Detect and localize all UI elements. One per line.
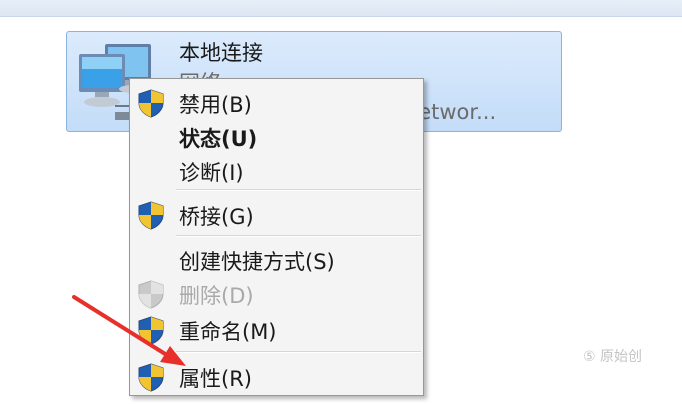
- menu-label: 状态(U): [179, 127, 258, 151]
- menu-item-properties[interactable]: 属性(R): [130, 359, 423, 393]
- menu-item-status[interactable]: 状态(U): [130, 119, 423, 153]
- menu-separator: [176, 351, 421, 353]
- uac-shield-icon: [138, 363, 164, 392]
- uac-shield-icon: [138, 89, 164, 118]
- adapter-name: 本地连接: [179, 41, 263, 65]
- menu-item-delete: 删除(D): [130, 276, 423, 310]
- menu-label: 删除(D): [179, 284, 254, 308]
- uac-shield-icon: [138, 280, 164, 309]
- menu-label: 创建快捷方式(S): [179, 250, 335, 274]
- context-menu: 禁用(B) 状态(U) 诊断(I) 桥接(G) 创建快捷方式(S) 删除(D): [129, 78, 424, 396]
- window-top-band: [0, 0, 682, 17]
- menu-item-disable[interactable]: 禁用(B): [130, 85, 423, 119]
- menu-item-create-shortcut[interactable]: 创建快捷方式(S): [130, 242, 423, 276]
- menu-item-rename[interactable]: 重命名(M): [130, 312, 423, 346]
- menu-label: 属性(R): [179, 367, 252, 391]
- menu-label: 桥接(G): [179, 205, 254, 229]
- menu-label: 禁用(B): [179, 93, 252, 117]
- menu-item-bridge[interactable]: 桥接(G): [130, 197, 423, 231]
- menu-label: 诊断(I): [179, 161, 244, 185]
- watermark: ⑤ 原始创: [583, 349, 643, 365]
- menu-separator: [176, 189, 421, 191]
- uac-shield-icon: [138, 201, 164, 230]
- menu-separator: [176, 235, 421, 237]
- menu-item-diagnose[interactable]: 诊断(I): [130, 153, 423, 187]
- menu-label: 重命名(M): [179, 320, 277, 344]
- uac-shield-icon: [138, 316, 164, 345]
